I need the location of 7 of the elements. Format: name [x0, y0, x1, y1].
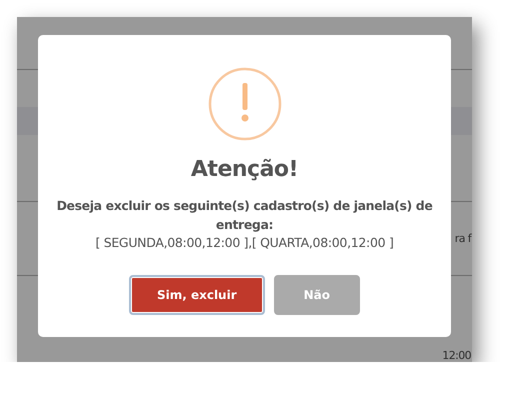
confirm-button[interactable]: Sim, excluir [128, 275, 265, 315]
schedule-list: [ SEGUNDA,08:00,12:00 ],[ QUARTA,08:00,12:00 ] [95, 234, 394, 251]
dialog-title: Atenção! [190, 157, 298, 182]
background-text: ra f [454, 233, 471, 244]
background-text: 12:00 [442, 350, 471, 361]
warning-icon [208, 67, 282, 141]
dialog-message: Deseja excluir os seguinte(s) cadastro(s) de janela(s) de entrega: [56, 197, 434, 234]
